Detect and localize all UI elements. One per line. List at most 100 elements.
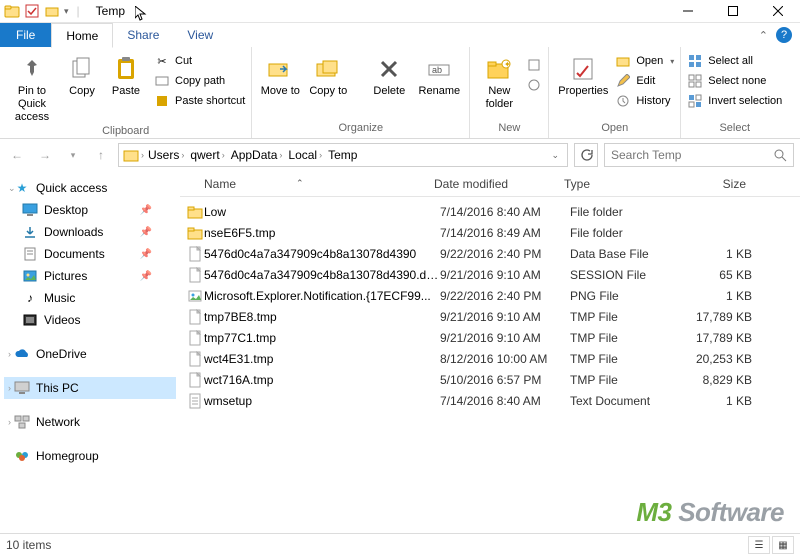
tab-view[interactable]: View — [173, 23, 227, 47]
file-type: PNG File — [570, 289, 680, 303]
copy-path-icon — [154, 73, 170, 89]
invert-selection-button[interactable]: Invert selection — [687, 93, 782, 109]
file-row[interactable]: wct716A.tmp5/10/2016 6:57 PMTMP File8,82… — [180, 369, 800, 390]
nav-documents[interactable]: Documents — [4, 243, 176, 265]
copy-to-button[interactable]: Copy to — [306, 53, 350, 98]
tab-home[interactable]: Home — [51, 23, 113, 48]
file-row[interactable]: Low7/14/2016 8:40 AMFile folder — [180, 201, 800, 222]
col-size[interactable]: Size — [674, 177, 746, 191]
file-row[interactable]: 5476d0c4a7a347909c4b8a13078d43909/22/201… — [180, 243, 800, 264]
crumb-qwert[interactable]: qwert› — [188, 148, 226, 162]
col-type[interactable]: Type — [564, 177, 674, 191]
invert-selection-icon — [687, 93, 703, 109]
copy-label: Copy — [69, 85, 95, 98]
status-bar: 10 items ☰ ▦ — [0, 533, 800, 556]
file-icon — [186, 309, 204, 325]
crumb-appdata[interactable]: AppData› — [229, 148, 285, 162]
copy-path-button[interactable]: Copy path — [154, 73, 245, 89]
maximize-button[interactable] — [710, 0, 755, 23]
pin-label: Pin to Quick access — [6, 85, 58, 125]
nav-this-pc[interactable]: ›This PC — [4, 377, 176, 399]
address-dropdown-icon[interactable]: ⌄ — [551, 150, 563, 161]
file-date: 5/10/2016 6:57 PM — [440, 373, 570, 387]
nav-pictures[interactable]: Pictures — [4, 265, 176, 287]
properties-icon — [569, 55, 597, 83]
minimize-button[interactable] — [665, 0, 710, 23]
crumb-users[interactable]: Users› — [146, 148, 186, 162]
close-button[interactable] — [755, 0, 800, 23]
explorer-body: ⌄★Quick access Desktop Downloads Documen… — [0, 171, 800, 519]
nav-downloads[interactable]: Downloads — [4, 221, 176, 243]
tab-share[interactable]: Share — [113, 23, 173, 47]
nav-network[interactable]: ›Network — [4, 411, 176, 433]
file-row[interactable]: tmp7BE8.tmp9/21/2016 9:10 AMTMP File17,7… — [180, 306, 800, 327]
nav-homegroup[interactable]: Homegroup — [4, 445, 176, 467]
nav-music[interactable]: ♪Music — [4, 287, 176, 309]
file-type: SESSION File — [570, 268, 680, 282]
select-all-button[interactable]: Select all — [687, 53, 782, 69]
nav-back-button[interactable]: ← — [6, 144, 28, 166]
qat-newfolder-icon[interactable] — [44, 3, 60, 19]
pictures-icon — [22, 268, 38, 284]
nav-recent-button[interactable]: ▾ — [62, 144, 84, 166]
file-date: 9/22/2016 2:40 PM — [440, 247, 570, 261]
crumb-temp[interactable]: Temp — [326, 148, 359, 162]
paste-shortcut-button[interactable]: Paste shortcut — [154, 93, 245, 109]
nav-quick-access[interactable]: ⌄★Quick access — [4, 177, 176, 199]
nav-up-button[interactable]: ↑ — [90, 144, 112, 166]
file-type: TMP File — [570, 310, 680, 324]
file-row[interactable]: wmsetup7/14/2016 8:40 AMText Document1 K… — [180, 390, 800, 411]
file-row[interactable]: wct4E31.tmp8/12/2016 10:00 AMTMP File20,… — [180, 348, 800, 369]
view-large-button[interactable]: ▦ — [772, 536, 794, 554]
file-menu[interactable]: File — [0, 23, 51, 47]
paste-label: Paste — [112, 85, 140, 98]
edit-button[interactable]: Edit — [615, 73, 674, 89]
help-icon[interactable]: ? — [776, 27, 792, 43]
pin-to-quick-access-button[interactable]: Pin to Quick access — [6, 53, 58, 125]
ribbon-collapse-icon[interactable]: ⌃ — [759, 29, 768, 42]
breadcrumb[interactable]: › Users› qwert› AppData› Local› Temp ⌄ — [118, 143, 568, 167]
copy-button[interactable]: Copy — [62, 53, 102, 98]
properties-label: Properties — [558, 85, 608, 98]
rename-button[interactable]: ab Rename — [415, 53, 463, 98]
new-item-icon — [526, 57, 542, 73]
file-date: 9/21/2016 9:10 AM — [440, 268, 570, 282]
file-icon — [186, 246, 204, 262]
cut-button[interactable]: ✂Cut — [154, 53, 245, 69]
crumb-local[interactable]: Local› — [286, 148, 324, 162]
cut-icon: ✂ — [154, 53, 170, 69]
file-row[interactable]: 5476d0c4a7a347909c4b8a13078d4390.db...9/… — [180, 264, 800, 285]
file-row[interactable]: tmp77C1.tmp9/21/2016 9:10 AMTMP File17,7… — [180, 327, 800, 348]
delete-button[interactable]: Delete — [367, 53, 411, 98]
properties-button[interactable]: Properties — [555, 53, 611, 98]
desktop-icon — [22, 202, 38, 218]
file-date: 8/12/2016 10:00 AM — [440, 352, 570, 366]
qat-dropdown-icon[interactable]: ▾ — [64, 6, 69, 17]
file-row[interactable]: nseE6F5.tmp7/14/2016 8:49 AMFile folder — [180, 222, 800, 243]
refresh-button[interactable] — [574, 143, 598, 167]
nav-onedrive[interactable]: ›OneDrive — [4, 343, 176, 365]
qat-properties-icon[interactable] — [24, 3, 40, 19]
column-headers[interactable]: Name⌃ Date modified Type Size — [180, 171, 800, 197]
copy-to-icon — [314, 55, 342, 83]
file-row[interactable]: Microsoft.Explorer.Notification.{17ECF99… — [180, 285, 800, 306]
nav-forward-button[interactable]: → — [34, 144, 56, 166]
paste-button[interactable]: Paste — [106, 53, 146, 98]
file-size: 17,789 KB — [680, 331, 752, 345]
history-button[interactable]: History — [615, 93, 674, 109]
nav-desktop[interactable]: Desktop — [4, 199, 176, 221]
nav-videos[interactable]: Videos — [4, 309, 176, 331]
easy-access-button[interactable] — [526, 77, 542, 93]
file-name: 5476d0c4a7a347909c4b8a13078d4390.db... — [204, 268, 440, 282]
select-none-button[interactable]: Select none — [687, 73, 782, 89]
search-input[interactable]: Search Temp — [604, 143, 794, 167]
move-to-button[interactable]: Move to — [258, 53, 302, 98]
ribbon-group-label: Open — [601, 122, 628, 136]
col-date[interactable]: Date modified — [434, 177, 564, 191]
new-folder-button[interactable]: ✦ New folder — [476, 53, 522, 111]
open-button[interactable]: Open▾ — [615, 53, 674, 69]
file-type: TMP File — [570, 352, 680, 366]
view-details-button[interactable]: ☰ — [748, 536, 770, 554]
new-item-button[interactable] — [526, 57, 542, 73]
col-name[interactable]: Name — [204, 177, 236, 191]
